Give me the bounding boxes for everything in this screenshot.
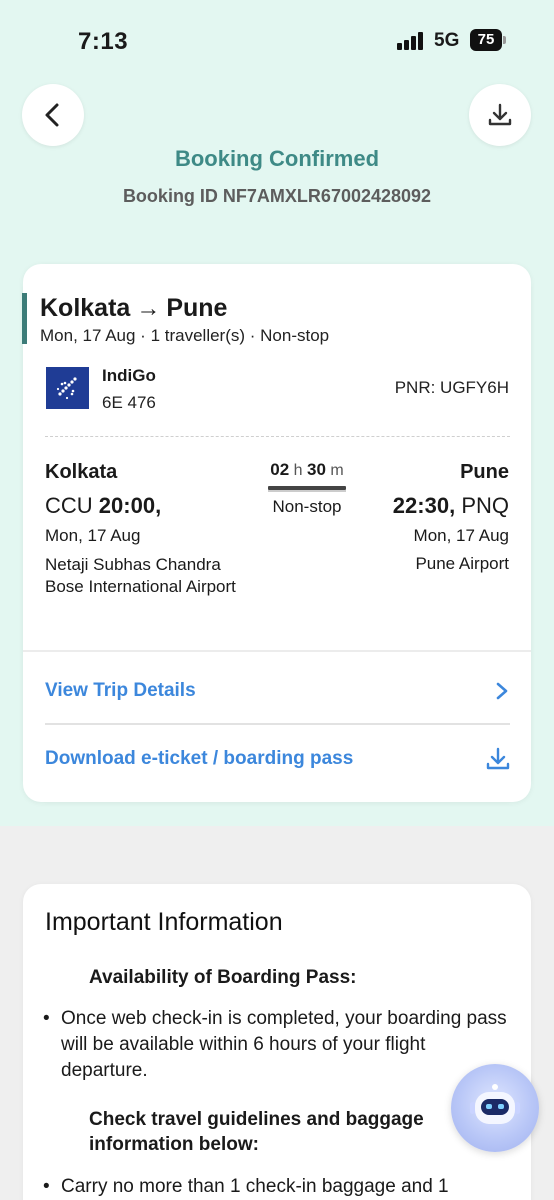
- card-accent-bar: [22, 293, 27, 344]
- duration-hours: 02: [270, 460, 290, 479]
- guidelines-heading: Check travel guidelines and baggage info…: [89, 1109, 424, 1155]
- status-bar: 7:13 5G 75: [0, 0, 554, 80]
- download-eticket-label: Download e-ticket / boarding pass: [45, 748, 354, 769]
- duration-hours-unit: h: [293, 462, 303, 479]
- view-trip-details-label: View Trip Details: [45, 680, 196, 701]
- chevron-right-icon: [496, 682, 508, 700]
- airline-name: IndiGo: [102, 366, 156, 385]
- arrival-city: Pune: [460, 461, 509, 483]
- status-time: 7:13: [78, 28, 129, 55]
- back-arrow-icon: [45, 103, 59, 127]
- battery-icon: 75: [470, 29, 502, 51]
- network-label: 5G: [434, 30, 460, 51]
- important-info-card: Important Information Availability of Bo…: [23, 884, 531, 1200]
- route-title: Kolkata → Pune: [40, 294, 227, 323]
- download-icon: [486, 747, 510, 770]
- departure-city: Kolkata: [45, 461, 118, 483]
- departure-date: Mon, 17 Aug: [45, 526, 141, 545]
- route-arrow: →: [136, 294, 161, 322]
- battery-tip: [503, 36, 506, 44]
- chatbot-robot-icon: [470, 1084, 520, 1124]
- baggage-bullet: Carry no more than 1 check-in baggage an…: [43, 1174, 513, 1200]
- departure-airport: Netaji Subhas Chandra Bose International…: [45, 555, 236, 596]
- download-icon: [488, 103, 512, 126]
- boarding-pass-heading: Availability of Boarding Pass:: [89, 967, 357, 988]
- arrival-date: Mon, 17 Aug: [413, 526, 509, 545]
- boarding-pass-bullet: Once web check-in is completed, your boa…: [43, 1006, 513, 1084]
- indigo-plane-logo: [46, 367, 89, 409]
- stops-label: Non-stop: [272, 497, 342, 516]
- arrival-clock: 22:30,: [392, 493, 456, 518]
- booking-id: Booking ID NF7AMXLR67002428092: [122, 186, 432, 206]
- card-divider: [23, 650, 531, 652]
- download-button[interactable]: [469, 84, 531, 146]
- arrival-airport: Pune Airport: [415, 554, 509, 573]
- booking-status-title: Booking Confirmed: [174, 146, 380, 171]
- chatbot-button[interactable]: [451, 1064, 539, 1152]
- duration-minutes-unit: m: [330, 462, 344, 479]
- flight-number: 6E 476: [102, 393, 156, 412]
- arrival-time: 22:30, PNQ: [393, 493, 509, 519]
- duration-minutes: 30: [307, 460, 326, 479]
- trip-card: Kolkata → Pune Mon, 17 Aug · 1 traveller…: [22, 264, 531, 802]
- back-button[interactable]: [22, 84, 84, 146]
- pnr: PNR: UGFY6H: [394, 378, 509, 397]
- route-destination: Pune: [166, 294, 228, 322]
- important-info-title: Important Information: [45, 908, 283, 936]
- departure-clock: 20:00,: [98, 493, 162, 518]
- row-divider: [45, 723, 510, 725]
- duration-bar: [268, 486, 346, 492]
- route-meta: Mon, 17 Aug · 1 traveller(s) · Non-stop: [40, 326, 330, 345]
- departure-code: CCU: [45, 493, 93, 518]
- arrival-code: PNQ: [461, 493, 509, 518]
- route-origin: Kolkata: [40, 294, 131, 322]
- dashed-divider: [45, 436, 510, 437]
- signal-strength-icon: [397, 32, 427, 50]
- view-trip-details-link[interactable]: View Trip Details: [45, 661, 510, 721]
- flight-duration: 02 h 30 m: [267, 460, 347, 480]
- departure-time: CCU 20:00,: [45, 493, 161, 519]
- download-eticket-link[interactable]: Download e-ticket / boarding pass: [45, 729, 510, 789]
